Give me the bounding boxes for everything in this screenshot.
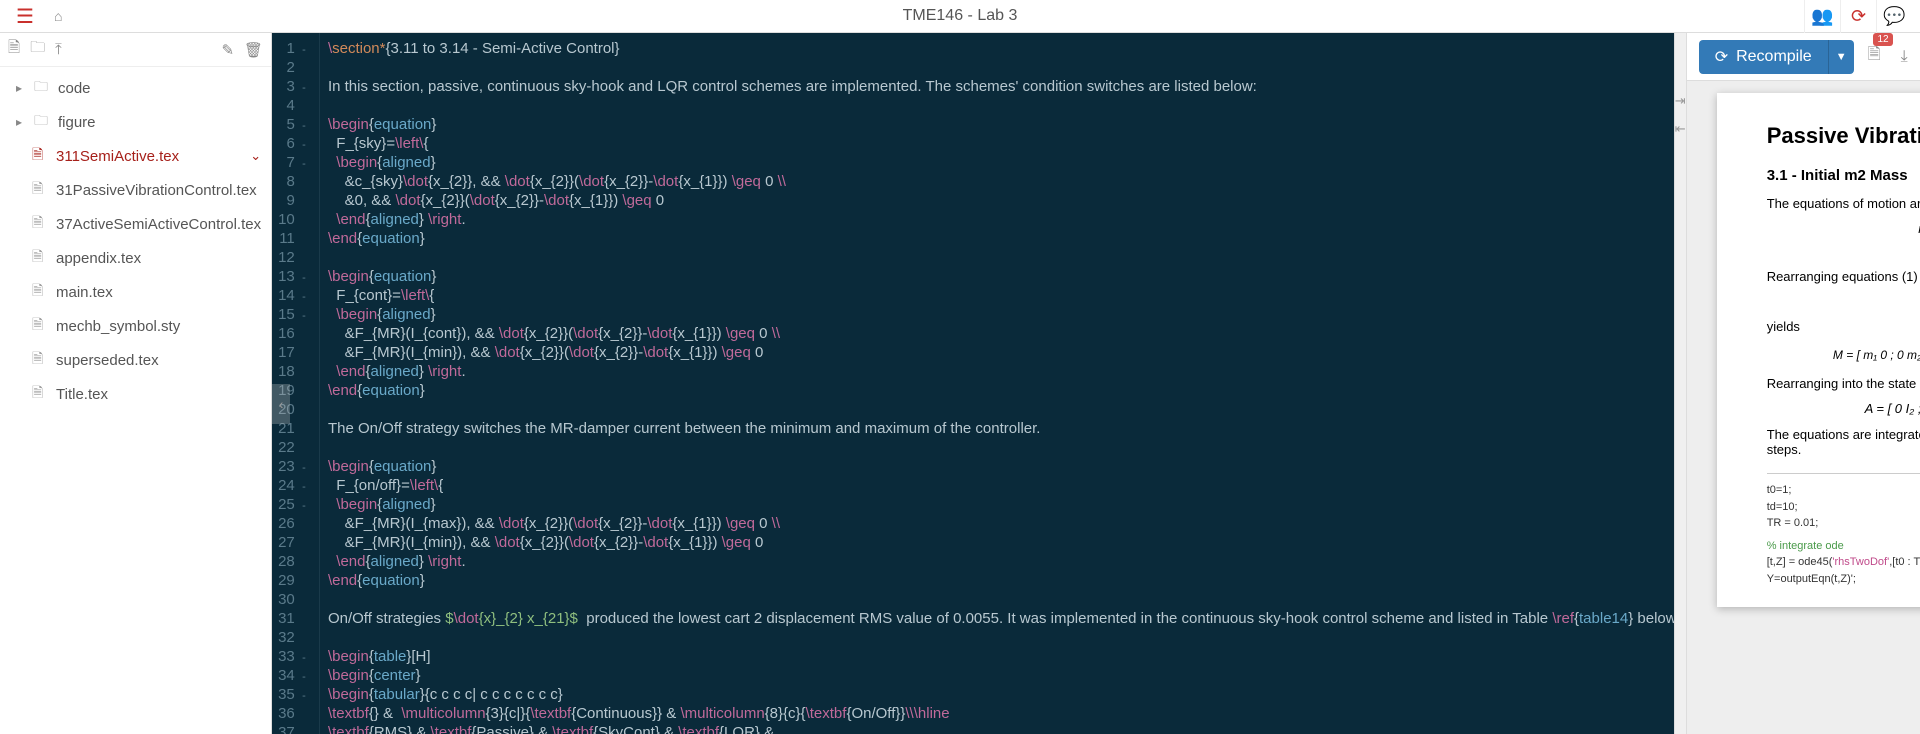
- recompile-dropdown[interactable]: ▼: [1828, 40, 1854, 74]
- pdf-text: The equations are integrated using ode45…: [1767, 427, 1920, 457]
- pdf-matrices: M = [ m₁ 0 ; 0 m₂ ] , C = [ c₁ 0 ; 0 c₂ …: [1767, 348, 1920, 362]
- rename-icon[interactable]: ✎: [221, 41, 234, 59]
- file-label: Title.tex: [56, 386, 108, 403]
- pdf-page: Passive Vibration Control 3.1 - Initial …: [1717, 93, 1920, 607]
- sync-right-icon[interactable]: ⇥: [1675, 93, 1686, 109]
- new-folder-icon[interactable]: 🗀: [30, 37, 45, 62]
- file-label: 311SemiActive.tex: [56, 148, 179, 165]
- pdf-text: Rearranging equations (1) and (2) into t…: [1767, 269, 1920, 284]
- pdf-equation: m₁ẍ₁ = k₀ᵢ(w − x₁) − k₁ᵢx₁ − k₁₂(x₁ − x₂…: [1767, 221, 1920, 236]
- file-icon: 🗎: [32, 280, 48, 304]
- file-icon: 🗎: [32, 246, 48, 270]
- pdf-equation: m₂ẍ₂ = k₁₂(x₁ − x₂) − c₂ẋ₂: [1767, 244, 1920, 259]
- editor-pane: ‹ 1 -2 3 -4 5 -6 -7 -8 9 10 11 12 13 -14…: [272, 33, 1674, 734]
- file-sidebar: 🗎 🗀 ⤒ ✎ 🗑 ▸ 🗀 code ▸ 🗀 figure 🗎 311SemiActive.t…: [0, 33, 272, 734]
- file-icon: 🗎: [32, 178, 48, 202]
- file-label: superseded.tex: [56, 352, 159, 369]
- file-icon: 🗎: [32, 144, 48, 168]
- preview-pane: › ⟳ Recompile ▼ 🗎 12 ⤓ ⛶ Passive Vibrati…: [1687, 33, 1920, 734]
- folder-code[interactable]: ▸ 🗀 code: [0, 71, 271, 105]
- folder-label: code: [58, 80, 91, 97]
- caret-icon: ▸: [16, 81, 26, 95]
- file-icon: 🗎: [32, 382, 48, 406]
- file-icon: 🗎: [32, 212, 48, 236]
- file-label: appendix.tex: [56, 250, 141, 267]
- refresh-icon: ⟳: [1715, 47, 1728, 67]
- menu-icon[interactable]: ☰: [8, 0, 42, 33]
- folder-icon: 🗀: [34, 110, 50, 134]
- file-superseded.tex[interactable]: 🗎 superseded.tex: [0, 343, 271, 377]
- file-label: mechb_symbol.sty: [56, 318, 180, 335]
- file-main.tex[interactable]: 🗎 main.tex: [0, 275, 271, 309]
- pane-splitter[interactable]: ⇥ ⇤: [1674, 33, 1687, 734]
- folder-figure[interactable]: ▸ 🗀 figure: [0, 105, 271, 139]
- file-311SemiActive.tex[interactable]: 🗎 311SemiActive.tex ⌄: [0, 139, 271, 173]
- file-mechb_symbol.sty[interactable]: 🗎 mechb_symbol.sty: [0, 309, 271, 343]
- pdf-equation: A = [ 0 I₂ ; −M⁻¹K −M⁻¹C ] B = [ 0 ; M⁻¹…: [1767, 401, 1920, 417]
- file-appendix.tex[interactable]: 🗎 appendix.tex: [0, 241, 271, 275]
- file-tree: ▸ 🗀 code ▸ 🗀 figure 🗎 311SemiActive.tex ⌄ 🗎 31Pass…: [0, 67, 271, 734]
- recompile-label: Recompile: [1736, 48, 1812, 66]
- pdf-text: Rearranging into the state space form of…: [1767, 376, 1920, 391]
- caret-icon: ▸: [16, 115, 26, 129]
- file-label: 31PassiveVibrationControl.tex: [56, 182, 257, 199]
- folder-label: figure: [58, 114, 96, 131]
- pdf-equation: Mẍ + Cẋ + Cx = F(t): [1767, 294, 1920, 309]
- logs-icon[interactable]: 🗎 12: [1862, 37, 1887, 76]
- folder-icon: 🗀: [34, 76, 50, 100]
- chevron-down-icon: ⌄: [250, 148, 261, 164]
- project-title: TME146 - Lab 3: [903, 7, 1018, 25]
- pdf-text: The equations of motion are set up for t…: [1767, 196, 1920, 211]
- pdf-code-block: t0=1; td=10; TR = 0.01; % integrate ode …: [1767, 473, 1920, 587]
- new-file-icon[interactable]: 🗎: [8, 37, 20, 62]
- chat-icon[interactable]: 💬: [1876, 0, 1912, 33]
- recompile-button[interactable]: ⟳ Recompile: [1699, 40, 1828, 74]
- download-icon[interactable]: ⤓: [1895, 42, 1914, 72]
- error-badge: 12: [1873, 33, 1892, 46]
- upload-icon[interactable]: ⤒: [55, 41, 62, 58]
- file-31PassiveVibrationControl.tex[interactable]: 🗎 31PassiveVibrationControl.tex: [0, 173, 271, 207]
- file-label: main.tex: [56, 284, 113, 301]
- file-icon: 🗎: [32, 314, 48, 338]
- pdf-text: yields: [1767, 319, 1920, 334]
- history-icon[interactable]: ⟳: [1840, 0, 1876, 33]
- sidebar-toolbar: 🗎 🗀 ⤒ ✎ 🗑: [0, 33, 271, 67]
- top-bar: ☰ ⌂ TME146 - Lab 3 👥 ⟳ 💬: [0, 0, 1920, 33]
- file-icon: 🗎: [32, 348, 48, 372]
- delete-icon[interactable]: 🗑: [244, 41, 263, 59]
- code-editor[interactable]: 1 -2 3 -4 5 -6 -7 -8 9 10 11 12 13 -14 -…: [272, 33, 1674, 734]
- preview-toolbar: ⟳ Recompile ▼ 🗎 12 ⤓ ⛶: [1687, 33, 1920, 81]
- pdf-viewer[interactable]: Passive Vibration Control 3.1 - Initial …: [1687, 81, 1920, 734]
- file-37ActiveSemiActiveControl.tex[interactable]: 🗎 37ActiveSemiActiveControl.tex: [0, 207, 271, 241]
- editor-nav-left[interactable]: ‹: [272, 384, 290, 424]
- pdf-subheading: 3.1 - Initial m2 Mass: [1767, 167, 1920, 184]
- file-label: 37ActiveSemiActiveControl.tex: [56, 216, 261, 233]
- sync-left-icon[interactable]: ⇤: [1675, 121, 1686, 137]
- share-icon[interactable]: 👥: [1804, 0, 1840, 33]
- home-icon[interactable]: ⌂: [54, 8, 62, 24]
- file-Title.tex[interactable]: 🗎 Title.tex: [0, 377, 271, 411]
- pdf-heading: Passive Vibration Control: [1767, 123, 1920, 149]
